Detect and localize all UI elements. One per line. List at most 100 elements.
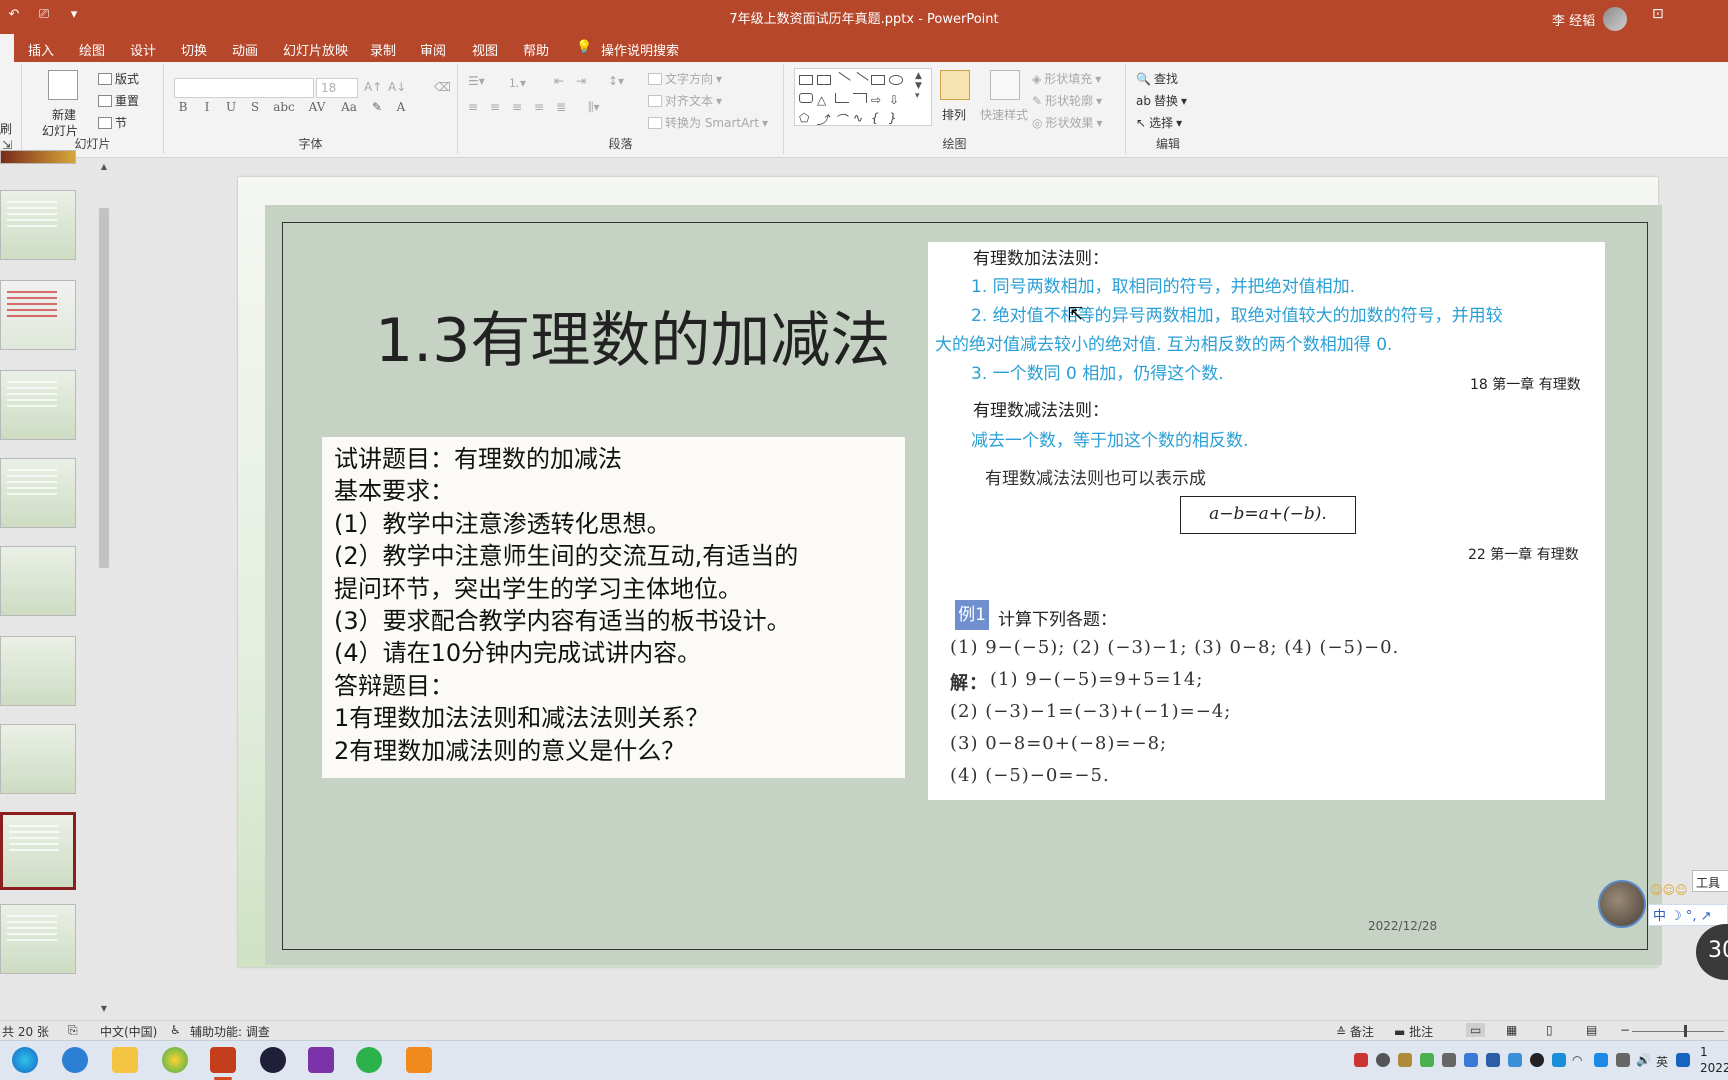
thumbnail-scrollbar[interactable]: ▲ ▼ xyxy=(97,158,111,1020)
normal-view-icon[interactable]: ▭ xyxy=(1466,1023,1486,1037)
slide-thumbnail[interactable] xyxy=(0,280,76,350)
avatar[interactable] xyxy=(1603,7,1628,31)
tray-app-icon[interactable] xyxy=(1552,1053,1566,1067)
character-spacing-icon[interactable]: AV xyxy=(306,100,328,114)
shape-vertical-textbox-icon[interactable] xyxy=(817,75,831,85)
align-center-icon[interactable]: ≡ xyxy=(490,100,500,114)
italic-icon[interactable]: I xyxy=(200,100,214,114)
tab-animations[interactable]: 动画 xyxy=(232,40,258,59)
orange-app-icon[interactable] xyxy=(406,1047,432,1073)
font-name-field[interactable] xyxy=(174,78,314,98)
clock[interactable]: 1 2022 xyxy=(1700,1044,1728,1076)
replace-button[interactable]: ab 替换 ▾ xyxy=(1136,92,1187,109)
tab-slideshow[interactable]: 幻灯片放映 xyxy=(283,40,348,59)
slide-thumbnail[interactable] xyxy=(0,636,76,706)
tray-app-icon[interactable] xyxy=(1594,1053,1608,1067)
qq-icon[interactable] xyxy=(1530,1053,1544,1067)
slideshow-icon[interactable]: ▤ xyxy=(1586,1023,1597,1037)
tray-app-icon[interactable] xyxy=(1354,1053,1368,1067)
line-spacing-icon[interactable]: ↕▾ xyxy=(608,74,624,88)
slide-title[interactable]: 1.3有理数的加减法 xyxy=(375,292,895,379)
tray-app-icon[interactable] xyxy=(1398,1053,1412,1067)
ime-toolbar[interactable]: 中 ☽ °, ↗ xyxy=(1648,904,1728,926)
spelling-icon[interactable]: ⎘ xyxy=(68,1023,78,1038)
align-left-icon[interactable]: ≡ xyxy=(468,100,478,114)
bullets-icon[interactable]: ☰▾ xyxy=(468,74,485,88)
tray-app-icon[interactable] xyxy=(1676,1053,1690,1067)
wechat-icon[interactable] xyxy=(356,1047,382,1073)
shape-curve-icon[interactable]: ⤴ xyxy=(817,111,831,127)
powerpoint-icon[interactable] xyxy=(210,1047,236,1080)
tab-insert[interactable]: 插入 xyxy=(28,40,54,59)
slide-thumbnail[interactable] xyxy=(0,150,76,164)
find-button[interactable]: 🔍 查找 xyxy=(1136,70,1178,87)
shape-freeform-icon[interactable]: ⬠ xyxy=(799,111,813,125)
shape-arrow-icon[interactable] xyxy=(851,71,869,89)
shape-rounded-rect-icon[interactable] xyxy=(799,93,813,103)
microphone-icon[interactable] xyxy=(1376,1053,1390,1067)
shape-oval-icon[interactable] xyxy=(889,75,903,85)
zoom-slider-thumb[interactable] xyxy=(1684,1025,1687,1037)
highlight-icon[interactable]: ✎ xyxy=(370,100,384,114)
language-indicator[interactable]: 中文(中国) xyxy=(100,1023,157,1040)
shadow-icon[interactable]: S xyxy=(248,100,262,114)
shield-icon[interactable] xyxy=(1486,1053,1500,1067)
shape-triangle-icon[interactable]: △ xyxy=(817,93,831,107)
shape-textbox-icon[interactable] xyxy=(799,75,813,85)
quick-styles-icon[interactable] xyxy=(990,70,1020,100)
shape-down-arrow-icon[interactable]: ⇩ xyxy=(889,93,903,107)
user-account[interactable]: 李 经韬 xyxy=(1552,7,1628,31)
slide-thumbnail[interactable] xyxy=(0,904,76,974)
numbering-icon[interactable]: ⒈▾ xyxy=(508,74,526,91)
zoom-out-icon[interactable]: − xyxy=(1620,1023,1630,1037)
bold-icon[interactable]: B xyxy=(176,100,190,114)
clear-formatting-icon[interactable]: ⌫ xyxy=(434,80,451,94)
tab-draw[interactable]: 绘图 xyxy=(79,40,105,59)
floating-timer[interactable]: 30 xyxy=(1696,924,1728,980)
tab-transitions[interactable]: 切换 xyxy=(181,40,207,59)
tray-app-icon[interactable] xyxy=(1420,1053,1434,1067)
requirements-textbox[interactable]: 试讲题目：有理数的加减法 基本要求： (1）教学中注意渗透转化思想。 (2）教学… xyxy=(322,437,905,778)
decrease-indent-icon[interactable]: ⇤ xyxy=(554,74,564,88)
tab-record[interactable]: 录制 xyxy=(370,40,396,59)
shapes-gallery[interactable]: △ ⇨ ⇩ ⬠ ⤴ ⌒ ∿ { } ▲ ▼ ▾ xyxy=(794,68,932,127)
tell-me-search[interactable]: 操作说明搜索 xyxy=(601,40,679,59)
display-icon[interactable] xyxy=(1616,1053,1630,1067)
slide-thumbnail[interactable] xyxy=(0,458,76,528)
slide-thumbnail[interactable] xyxy=(0,724,76,794)
tiktok-icon[interactable] xyxy=(260,1047,286,1073)
distributed-icon[interactable]: ≣ xyxy=(556,100,566,114)
scroll-down-icon[interactable]: ▼ xyxy=(98,1004,110,1016)
slide-thumbnail[interactable] xyxy=(0,190,76,260)
tab-view[interactable]: 视图 xyxy=(472,40,498,59)
align-right-icon[interactable]: ≡ xyxy=(512,100,522,114)
convert-smartart-button[interactable]: 转换为 SmartArt ▾ xyxy=(648,114,768,131)
section-button[interactable]: 节 xyxy=(98,114,127,131)
decrease-font-size-icon[interactable]: A↓ xyxy=(388,80,406,94)
select-button[interactable]: ↖ 选择 ▾ xyxy=(1136,114,1182,131)
wifi-icon[interactable]: ◠ xyxy=(1572,1053,1582,1067)
file-explorer-icon[interactable] xyxy=(112,1047,138,1073)
strikethrough-icon[interactable]: abc xyxy=(272,100,296,114)
ribbon-display-options-icon[interactable]: ⊡ xyxy=(1652,6,1664,22)
format-painter-button[interactable]: 刷 xyxy=(0,120,12,137)
shape-outline-button[interactable]: ✎ 形状轮廓 ▾ xyxy=(1032,92,1102,109)
change-case-icon[interactable]: Aa xyxy=(338,100,360,114)
quick-styles-button[interactable]: 快速样式 xyxy=(980,106,1028,123)
scrollbar-thumb[interactable] xyxy=(99,208,109,568)
onenote-icon[interactable] xyxy=(308,1047,334,1073)
text-direction-button[interactable]: 文字方向 ▾ xyxy=(648,70,722,87)
reset-button[interactable]: 重置 xyxy=(98,92,139,109)
colorful-app-icon[interactable] xyxy=(162,1047,188,1073)
tab-design[interactable]: 设计 xyxy=(130,40,156,59)
accessibility-status[interactable]: 辅助功能: 调查 xyxy=(190,1023,270,1040)
tray-app-icon[interactable] xyxy=(1464,1053,1478,1067)
volume-icon[interactable]: 🔊 xyxy=(1636,1053,1651,1067)
floating-tool-tip[interactable]: 工具 xyxy=(1692,870,1728,892)
increase-font-size-icon[interactable]: A↑ xyxy=(364,80,382,94)
edge-icon[interactable] xyxy=(12,1047,38,1073)
slide-thumbnail-active[interactable] xyxy=(0,812,76,890)
comments-button[interactable]: ▬ 批注 xyxy=(1394,1023,1433,1040)
shape-right-arrow-icon[interactable]: ⇨ xyxy=(871,93,885,107)
shape-connector-icon[interactable] xyxy=(835,93,849,103)
